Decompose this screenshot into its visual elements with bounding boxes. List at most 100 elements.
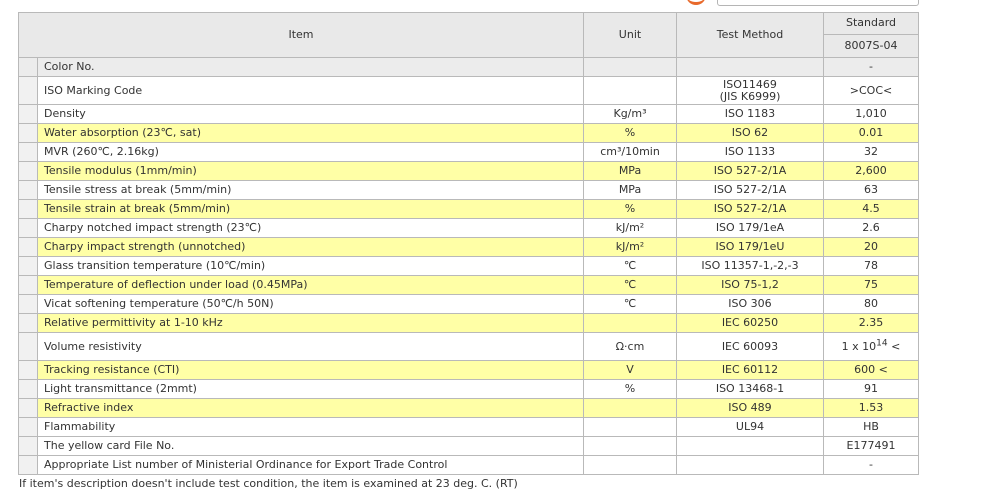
row-item: Temperature of deflection under load (0.… [37, 275, 584, 295]
row-unit [583, 398, 677, 418]
method-line-1: ISO11469 [723, 77, 777, 91]
row-item: Appropriate List number of Ministerial O… [37, 455, 584, 475]
row-marker [18, 142, 38, 162]
row-value: - [823, 455, 919, 475]
table-row: Density Kg/m³ ISO 1183 1,010 [18, 104, 919, 124]
row-method: ISO 1133 [676, 142, 824, 162]
spec-table: Item Unit Test Method Standard 8007S-04 … [18, 12, 919, 475]
table-row: Relative permittivity at 1-10 kHz IEC 60… [18, 313, 919, 333]
row-item: Charpy impact strength (unnotched) [37, 237, 584, 257]
row-value: 20 [823, 237, 919, 257]
row-unit [583, 417, 677, 437]
table-row: ISO Marking Code ISO11469 (JIS K6999) >C… [18, 76, 919, 105]
table-row: Volume resistivity Ω·cm IEC 60093 1 x 10… [18, 332, 919, 361]
header-standard: Standard [823, 12, 919, 35]
orange-arc-icon [686, 0, 706, 5]
table-row: Tensile stress at break (5mm/min) MPa IS… [18, 180, 919, 200]
row-item: Light transmittance (2mmt) [37, 379, 584, 399]
row-value: 600 < [823, 360, 919, 380]
row-item: ISO Marking Code [37, 76, 584, 105]
row-marker [18, 275, 38, 295]
row-method: ISO 527-2/1A [676, 180, 824, 200]
table-row: Tracking resistance (CTI) V IEC 60112 60… [18, 360, 919, 380]
row-unit [583, 76, 677, 105]
row-value: 75 [823, 275, 919, 295]
row-unit: % [583, 123, 677, 143]
row-method: ISO 1183 [676, 104, 824, 124]
row-method: ISO 75-1,2 [676, 275, 824, 295]
row-method: ISO 11357-1,-2,-3 [676, 256, 824, 276]
row-value: 2.35 [823, 313, 919, 333]
row-value: 0.01 [823, 123, 919, 143]
row-marker [18, 256, 38, 276]
table-row: Refractive index ISO 489 1.53 [18, 398, 919, 418]
row-marker [18, 57, 38, 77]
row-item: Charpy notched impact strength (23℃) [37, 218, 584, 238]
row-item: The yellow card File No. [37, 436, 584, 456]
row-item: Volume resistivity [37, 332, 584, 361]
row-item: Density [37, 104, 584, 124]
row-marker [18, 436, 38, 456]
row-value: 2,600 [823, 161, 919, 181]
row-item: Relative permittivity at 1-10 kHz [37, 313, 584, 333]
row-method: ISO 62 [676, 123, 824, 143]
row-method: ISO11469 (JIS K6999) [676, 76, 824, 105]
table-row: Charpy impact strength (unnotched) kJ/m²… [18, 237, 919, 257]
table-row: Charpy notched impact strength (23℃) kJ/… [18, 218, 919, 238]
row-marker [18, 294, 38, 314]
value-base: 1 x 10 [841, 339, 877, 353]
row-method: ISO 489 [676, 398, 824, 418]
row-marker [18, 332, 38, 361]
footnote: If item's description doesn't include te… [19, 477, 518, 490]
row-item: Tensile modulus (1mm/min) [37, 161, 584, 181]
search-field-edge[interactable] [717, 0, 919, 6]
row-unit: Kg/m³ [583, 104, 677, 124]
row-item: Vicat softening temperature (50℃/h 50N) [37, 294, 584, 314]
table-row: Glass transition temperature (10℃/min) ℃… [18, 256, 919, 276]
table-row: Vicat softening temperature (50℃/h 50N) … [18, 294, 919, 314]
row-value: 1.53 [823, 398, 919, 418]
row-value: - [823, 57, 919, 77]
row-method: ISO 13468-1 [676, 379, 824, 399]
row-method: IEC 60250 [676, 313, 824, 333]
row-value: HB [823, 417, 919, 437]
row-item: Color No. [37, 57, 584, 77]
row-item: Tensile strain at break (5mm/min) [37, 199, 584, 219]
header-test-method: Test Method [676, 12, 824, 58]
row-unit: ℃ [583, 275, 677, 295]
row-marker [18, 455, 38, 475]
row-marker [18, 417, 38, 437]
row-method: ISO 527-2/1A [676, 161, 824, 181]
row-value: 4.5 [823, 199, 919, 219]
row-value: 32 [823, 142, 919, 162]
row-value: 1 x 1014 < [823, 332, 919, 361]
row-marker [18, 123, 38, 143]
row-marker [18, 360, 38, 380]
row-unit: % [583, 379, 677, 399]
header-item: Item [18, 12, 584, 58]
table-row: Flammability UL94 HB [18, 417, 919, 437]
table-row: Appropriate List number of Ministerial O… [18, 455, 919, 475]
row-value: 63 [823, 180, 919, 200]
table-row: Tensile modulus (1mm/min) MPa ISO 527-2/… [18, 161, 919, 181]
row-unit: ℃ [583, 256, 677, 276]
row-marker [18, 76, 38, 105]
row-marker [18, 218, 38, 238]
row-marker [18, 237, 38, 257]
row-unit: MPa [583, 180, 677, 200]
table-row: Tensile strain at break (5mm/min) % ISO … [18, 199, 919, 219]
table-row: Water absorption (23℃, sat) % ISO 62 0.0… [18, 123, 919, 143]
row-item: Flammability [37, 417, 584, 437]
row-unit [583, 57, 677, 77]
row-method: ISO 179/1eU [676, 237, 824, 257]
row-method: IEC 60093 [676, 332, 824, 361]
table-row: The yellow card File No. E177491 [18, 436, 919, 456]
row-unit [583, 436, 677, 456]
table-row: Temperature of deflection under load (0.… [18, 275, 919, 295]
row-item: MVR (260℃, 2.16kg) [37, 142, 584, 162]
row-method: ISO 179/1eA [676, 218, 824, 238]
row-marker [18, 313, 38, 333]
row-method [676, 436, 824, 456]
header-unit: Unit [583, 12, 677, 58]
row-marker [18, 180, 38, 200]
